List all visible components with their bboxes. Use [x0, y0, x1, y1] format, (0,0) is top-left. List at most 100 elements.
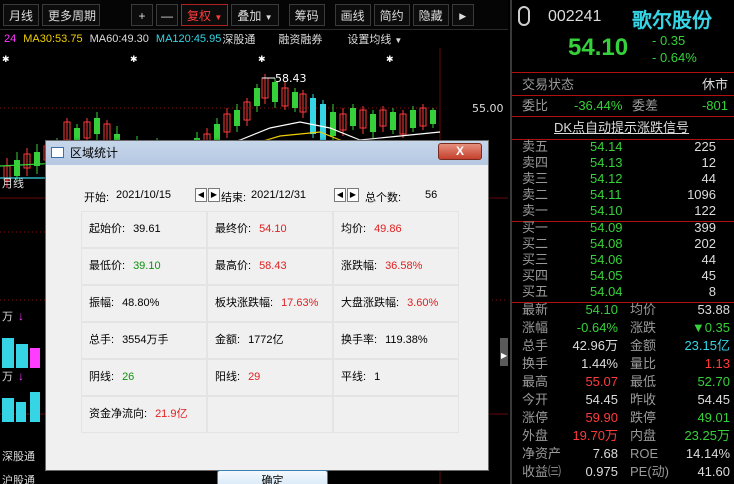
sell-level-row[interactable]: 卖三 54.12 44 [512, 171, 734, 187]
candle-body [94, 118, 100, 134]
stat-cell: 起始价: 39.61 [81, 211, 207, 248]
more-periods-button[interactable]: 更多周期 [42, 3, 101, 26]
period-month-button[interactable]: 月线 [3, 3, 40, 26]
level-label: 卖五 [522, 139, 549, 154]
star-marker: ✱ [130, 55, 138, 65]
overlay-label: 叠加 [237, 8, 262, 23]
stock-name[interactable]: 歌尔股份 [632, 4, 712, 33]
expand-right-button[interactable]: ▶ [451, 3, 474, 26]
stats-row: 总手 42.96万 金额 23.15亿 [512, 337, 734, 355]
stat-value: 17.63% [281, 297, 319, 309]
arrow-down-icon: ↓ [18, 309, 24, 323]
stat-value: 54.45 [697, 392, 730, 407]
buy-level-row[interactable]: 买五 54.04 8 [512, 284, 734, 300]
start-label: 开始: [84, 192, 110, 204]
sell-level-row[interactable]: 卖五 54.14 225 [512, 139, 734, 155]
margin-trading-link[interactable]: 融资融券 [278, 31, 322, 47]
end-date: 2021/12/31 [251, 189, 307, 201]
candle-body [272, 82, 278, 102]
shenggutong-label: 深股通 [2, 450, 35, 463]
stat-value: 26 [122, 371, 135, 383]
end-next-button[interactable]: ▶ [347, 188, 359, 202]
stat-value: 48.80% [122, 297, 160, 309]
stat-value: 39.61 [133, 223, 161, 235]
buy-level-row[interactable]: 买四 54.05 45 [512, 268, 734, 284]
sell-level-row[interactable]: 卖二 54.11 1096 [512, 187, 734, 203]
stat-label: 最低价: [89, 260, 126, 272]
overlay-button[interactable]: 叠加 ▼ [231, 3, 279, 26]
level-label: 买三 [522, 252, 549, 267]
candle-body [410, 110, 416, 128]
ma-settings-button[interactable]: 设置均线 ▼ [347, 31, 402, 47]
moving-average-bar: 24 MA30:53.75 MA60:49.30 MA120:45.95 深股通… [0, 30, 508, 47]
buy-level-row[interactable]: 买二 54.08 202 [512, 236, 734, 252]
ma-settings-label: 设置均线 [347, 33, 392, 46]
stat-value: 1.44% [581, 356, 618, 371]
stat-cell: 最低价: 39.10 [81, 248, 207, 285]
stat-label: 板块涨跌幅: [215, 297, 274, 309]
level-price: 54.14 [590, 139, 623, 154]
stat-value: 0.975 [585, 464, 618, 479]
hugutong-label: 沪股通 [2, 473, 35, 484]
weibi-value: -36.44% [574, 98, 623, 113]
buy-level-row[interactable]: 买三 54.06 44 [512, 252, 734, 268]
close-button[interactable]: X [438, 143, 482, 160]
candle-body [254, 88, 260, 106]
ok-button[interactable]: 确定 [217, 470, 328, 484]
stat-label: 金额: [215, 334, 241, 346]
volume-bar [16, 402, 26, 422]
stat-value: 54.10 [585, 302, 618, 317]
stat-value: 41.60 [697, 464, 730, 479]
dialog-titlebar[interactable]: 区域统计 [46, 141, 488, 165]
chevron-down-icon: ▼ [214, 12, 223, 22]
level-label: 卖二 [522, 187, 549, 202]
volume-bar [30, 348, 40, 368]
stat-value: 39.10 [133, 260, 161, 272]
level-label: 买四 [522, 268, 549, 283]
weicha-value: -801 [701, 98, 728, 113]
start-next-button[interactable]: ▶ [208, 188, 220, 202]
stat-label: 大盘涨跌幅: [341, 297, 400, 309]
sell-level-row[interactable]: 卖一 54.10 122 [512, 203, 734, 219]
stat-name: 金额 [630, 338, 657, 353]
dialog-body: 开始: 2021/10/15 ◀ ▶ 结束: 2021/12/31 ◀ ▶ 总个… [53, 167, 481, 484]
start-prev-button[interactable]: ◀ [195, 188, 207, 202]
end-prev-button[interactable]: ◀ [334, 188, 346, 202]
status-label: 交易状态 [522, 77, 575, 92]
buy-level-row[interactable]: 买一 54.09 399 [512, 220, 734, 236]
stat-value: 49.01 [697, 410, 730, 425]
hide-button[interactable]: 隐藏 [412, 3, 449, 26]
stat-value: 49.86 [374, 223, 402, 235]
end-label: 结束: [221, 192, 247, 204]
stat-value: 55.07 [585, 374, 618, 389]
restore-rights-button[interactable]: 复权 ▼ [181, 3, 229, 26]
shenggutong-link[interactable]: 深股通 [222, 31, 255, 47]
signal-link[interactable]: DK点自动提示涨跌信号 [554, 118, 689, 137]
chart-toolbar: 月线 更多周期 + — 复权 ▼ 叠加 ▼ 筹码 画线 简约 隐藏 ▶ [0, 0, 508, 30]
sell-level-row[interactable]: 卖四 54.13 12 [512, 155, 734, 171]
stat-label: 涨跌幅: [341, 260, 378, 272]
stats-row: 今开 54.45 昨收 54.45 [512, 391, 734, 409]
stats-table: 最新 54.10 均价 53.88 涨幅 -0.64% 涨跌 ▼0.35 总手 42.96万 金额 2… [512, 302, 734, 484]
stat-label: 振幅: [89, 297, 115, 309]
stat-label: 资金净流向: [89, 408, 148, 420]
stat-name: 最新 [522, 302, 549, 317]
zoom-out-button[interactable]: — [156, 3, 179, 26]
stat-cell: 金额: 1772亿 [207, 322, 333, 359]
stat-value: 54.45 [585, 392, 618, 407]
chips-button[interactable]: 筹码 [288, 3, 325, 26]
stat-label: 换手率: [341, 334, 378, 346]
candle-body [390, 112, 396, 130]
ma120-value: MA120:45.95 [155, 32, 222, 45]
stat-name: 均价 [630, 302, 657, 317]
stat-value: 14.14% [685, 446, 730, 461]
draw-line-button[interactable]: 画线 [334, 3, 371, 26]
scroll-pill-icon[interactable] [518, 6, 530, 26]
level-volume: 44 [701, 171, 716, 186]
zoom-in-button[interactable]: + [131, 3, 154, 26]
chevron-down-icon: ▼ [264, 12, 273, 22]
quote-panel: 002241 歌尔股份 54.10 - 0.35 - 0.64% 交易状态 休市… [510, 0, 734, 484]
stat-cell: 板块涨跌幅: 17.63% [207, 285, 333, 322]
ma20-value: 24 [4, 32, 17, 45]
simple-mode-button[interactable]: 简约 [373, 3, 410, 26]
